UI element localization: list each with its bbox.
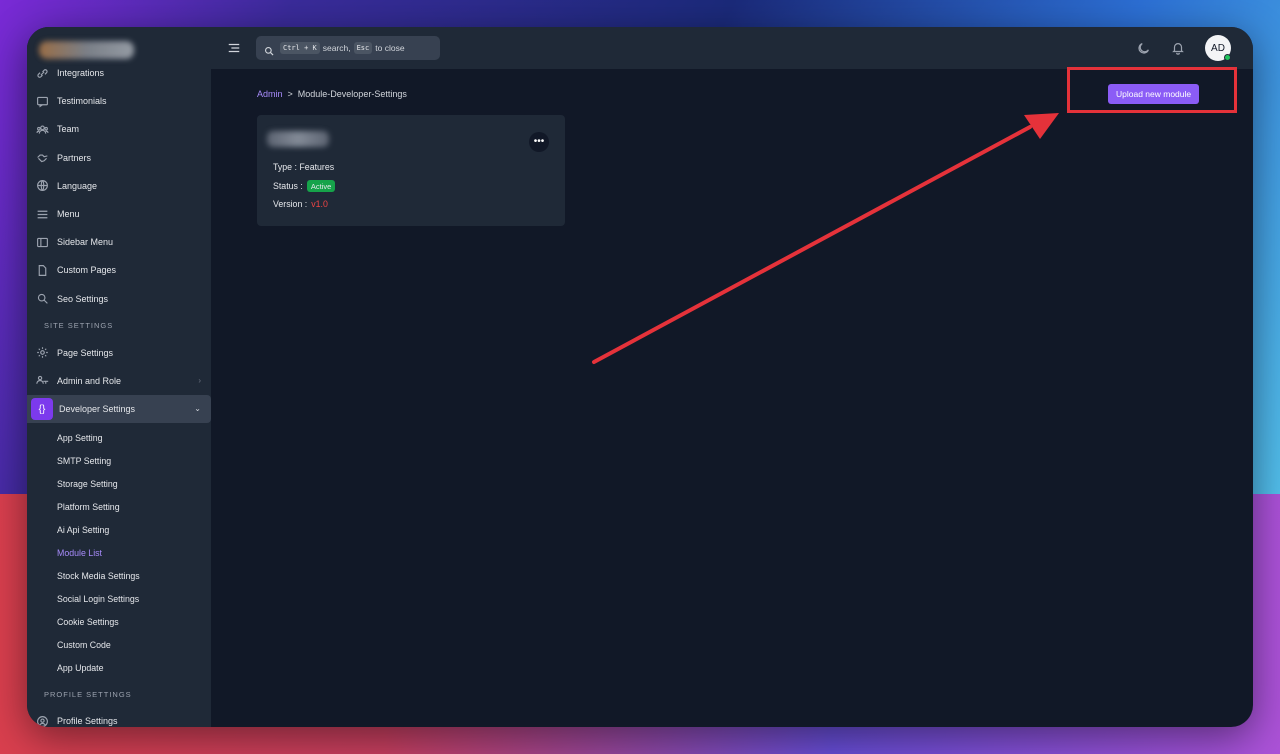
annotation-arrow bbox=[592, 113, 1059, 364]
logo-image bbox=[39, 41, 134, 59]
brand-logo[interactable] bbox=[27, 27, 211, 69]
app-window: Integrations Testimonials Team Partners … bbox=[27, 27, 1253, 727]
